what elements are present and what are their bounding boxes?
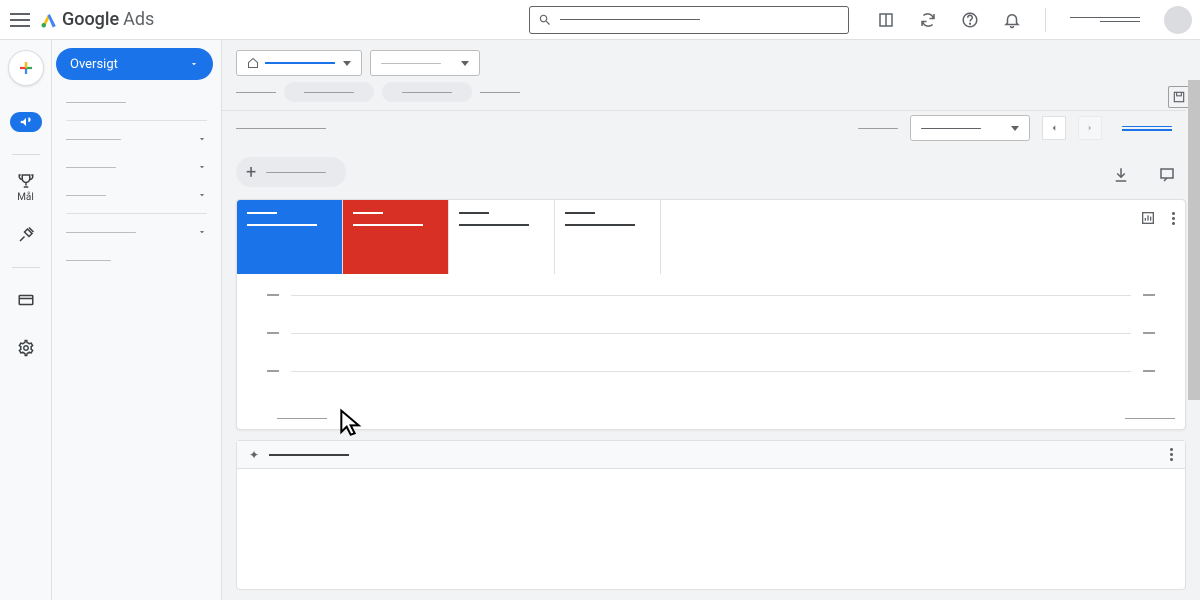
date-label bbox=[858, 128, 898, 129]
card-title bbox=[269, 454, 349, 456]
sidebar-item-2[interactable] bbox=[52, 125, 221, 153]
feedback-icon[interactable] bbox=[1158, 166, 1176, 184]
filter-trailing bbox=[480, 85, 520, 99]
date-next-button[interactable] bbox=[1078, 116, 1102, 140]
section-sidebar: Oversigt bbox=[52, 40, 222, 600]
rail-admin[interactable] bbox=[0, 326, 52, 370]
secondary-card: ✦ bbox=[236, 440, 1186, 590]
chevron-down-icon bbox=[189, 59, 199, 69]
metrics-chart-card bbox=[236, 199, 1186, 430]
account-name[interactable] bbox=[1070, 17, 1140, 22]
chevron-down-icon bbox=[197, 227, 207, 237]
logo-text-1: Google bbox=[62, 9, 119, 30]
date-prev-button[interactable] bbox=[1042, 116, 1066, 140]
scrollbar[interactable] bbox=[1188, 80, 1200, 400]
rail-tools[interactable] bbox=[0, 213, 52, 257]
chevron-down-icon bbox=[197, 134, 207, 144]
ads-logo-icon bbox=[40, 11, 58, 29]
refresh-icon[interactable] bbox=[919, 11, 937, 29]
x-axis-start bbox=[277, 418, 327, 419]
metric-tab-4[interactable] bbox=[555, 200, 661, 274]
help-icon[interactable] bbox=[961, 11, 979, 29]
megaphone-icon bbox=[19, 115, 33, 129]
metric-tab-2[interactable] bbox=[343, 200, 449, 274]
download-icon[interactable] bbox=[1112, 166, 1130, 184]
gear-icon bbox=[17, 339, 35, 357]
chevron-down-icon bbox=[197, 190, 207, 200]
sidebar-item-overview[interactable]: Oversigt bbox=[56, 48, 213, 80]
scope-selector-1[interactable] bbox=[236, 50, 362, 76]
add-card-button[interactable]: + bbox=[236, 157, 346, 187]
logo-text-2: Ads bbox=[123, 9, 154, 30]
menu-icon[interactable] bbox=[8, 8, 32, 32]
card-menu-icon[interactable] bbox=[1172, 212, 1175, 225]
avatar[interactable] bbox=[1164, 6, 1192, 34]
rail-goals-label: Mål bbox=[17, 192, 34, 203]
sidebar-item-5[interactable] bbox=[52, 218, 221, 246]
trophy-icon bbox=[17, 172, 35, 190]
date-range-picker[interactable] bbox=[910, 115, 1030, 141]
rail-campaigns[interactable] bbox=[0, 100, 52, 144]
sparkle-icon: ✦ bbox=[249, 448, 259, 462]
chart-area bbox=[237, 274, 1185, 418]
appearance-icon[interactable] bbox=[877, 11, 895, 29]
app-header: Google Ads bbox=[0, 0, 1200, 40]
card-icon bbox=[17, 291, 35, 309]
chevron-down-icon bbox=[461, 61, 469, 66]
notifications-icon[interactable] bbox=[1003, 11, 1021, 29]
chevron-down-icon bbox=[1011, 126, 1019, 131]
nav-rail: Mål bbox=[0, 40, 52, 600]
main-content: + bbox=[222, 40, 1200, 600]
plus-icon: + bbox=[246, 162, 256, 183]
divider bbox=[1045, 8, 1046, 32]
tools-icon bbox=[17, 226, 35, 244]
metric-tab-3[interactable] bbox=[449, 200, 555, 274]
section-title bbox=[236, 128, 326, 129]
create-button[interactable] bbox=[8, 50, 44, 86]
x-axis-end bbox=[1125, 418, 1175, 419]
rail-goals[interactable]: Mål bbox=[0, 165, 52, 209]
save-view-icon[interactable] bbox=[1168, 86, 1190, 108]
chevron-down-icon bbox=[197, 162, 207, 172]
home-icon bbox=[247, 57, 259, 69]
sidebar-item-3[interactable] bbox=[52, 153, 221, 181]
sidebar-item-label: Oversigt bbox=[70, 57, 118, 72]
filter-chip-1[interactable] bbox=[284, 82, 374, 102]
plus-icon bbox=[17, 59, 35, 77]
filter-chip-2[interactable] bbox=[382, 82, 472, 102]
chevron-down-icon bbox=[343, 61, 351, 66]
search-input[interactable] bbox=[529, 6, 849, 34]
sidebar-item-1[interactable] bbox=[52, 88, 221, 116]
rail-billing[interactable] bbox=[0, 278, 52, 322]
sidebar-item-4[interactable] bbox=[52, 181, 221, 209]
scope-selector-2[interactable] bbox=[370, 50, 480, 76]
metric-tab-1[interactable] bbox=[237, 200, 343, 274]
sidebar-item-6[interactable] bbox=[52, 246, 221, 274]
expand-chart-icon[interactable] bbox=[1140, 210, 1156, 226]
card-menu-icon[interactable] bbox=[1170, 448, 1173, 461]
search-icon bbox=[538, 13, 552, 27]
filter-label bbox=[236, 85, 276, 99]
product-logo[interactable]: Google Ads bbox=[40, 9, 154, 30]
